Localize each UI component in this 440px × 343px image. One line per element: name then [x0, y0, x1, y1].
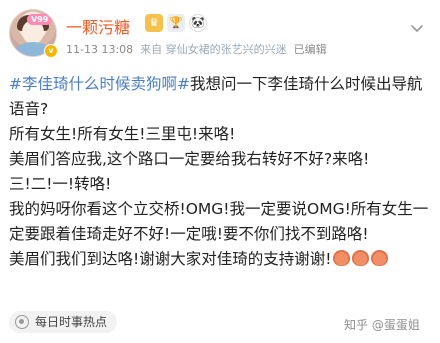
topic-label: 每日时事热点 [35, 315, 108, 329]
emoji-icon [352, 250, 370, 266]
post-line: 我的妈呀你看这个立交桥!OMG!我一定要说OMG!所有女生一定要跟着佳琦走好不好… [9, 200, 429, 243]
chevron-down-icon[interactable] [409, 20, 425, 36]
edited-label[interactable]: 已编辑 [294, 43, 327, 56]
post-header: V99 v 一颗污糖 ♛ 🏆 🐼 11-13 13:08 来自 穿仙女裙的张艺兴… [0, 0, 440, 64]
watermark: 知乎 @蛋蛋姐 [344, 318, 420, 332]
post-line: #李佳琦什么时候卖狗啊#我想问一下李佳琦什么时候出导航语音? [9, 72, 433, 122]
post-text: 美眉们我们到达咯!谢谢大家对佳琦的支持谢谢! [9, 250, 332, 268]
username[interactable]: 一颗污糖 [66, 14, 130, 38]
post-content: #李佳琦什么时候卖狗啊#我想问一下李佳琦什么时候出导航语音? 所有女生!所有女生… [9, 72, 433, 272]
post-line: 美眉们答应我,这个路口一定要给我右转好不好?来咯! [9, 150, 370, 168]
timestamp: 11-13 13:08 [66, 43, 134, 56]
user-badges: ♛ 🏆 🐼 [145, 14, 207, 32]
post-line: 三!二!一!转咯! [9, 175, 112, 193]
source-device[interactable]: 穿仙女裙的张艺兴的兴迷 [166, 43, 287, 56]
topic-chip[interactable]: 每日时事热点 [9, 311, 118, 333]
post-line: 美眉们我们到达咯!谢谢大家对佳琦的支持谢谢! [9, 247, 433, 272]
panda-icon: 🐼 [189, 14, 207, 32]
hashtag-link[interactable]: #李佳琦什么时候卖狗啊# [9, 75, 190, 93]
emoji-icon [333, 250, 351, 266]
verified-badge-icon: v [44, 44, 58, 58]
emoji-icon [371, 250, 389, 266]
level-badge: V99 [27, 14, 53, 25]
trophy-icon: 🏆 [167, 14, 185, 32]
post-line: 所有女生!所有女生!三里屯!来咯! [9, 125, 236, 143]
topic-icon [15, 315, 29, 329]
post-meta: 11-13 13:08 来自 穿仙女裙的张艺兴的兴迷 已编辑 [66, 41, 327, 57]
source-prefix: 来自 [140, 43, 163, 56]
crown-icon: ♛ [145, 14, 163, 32]
